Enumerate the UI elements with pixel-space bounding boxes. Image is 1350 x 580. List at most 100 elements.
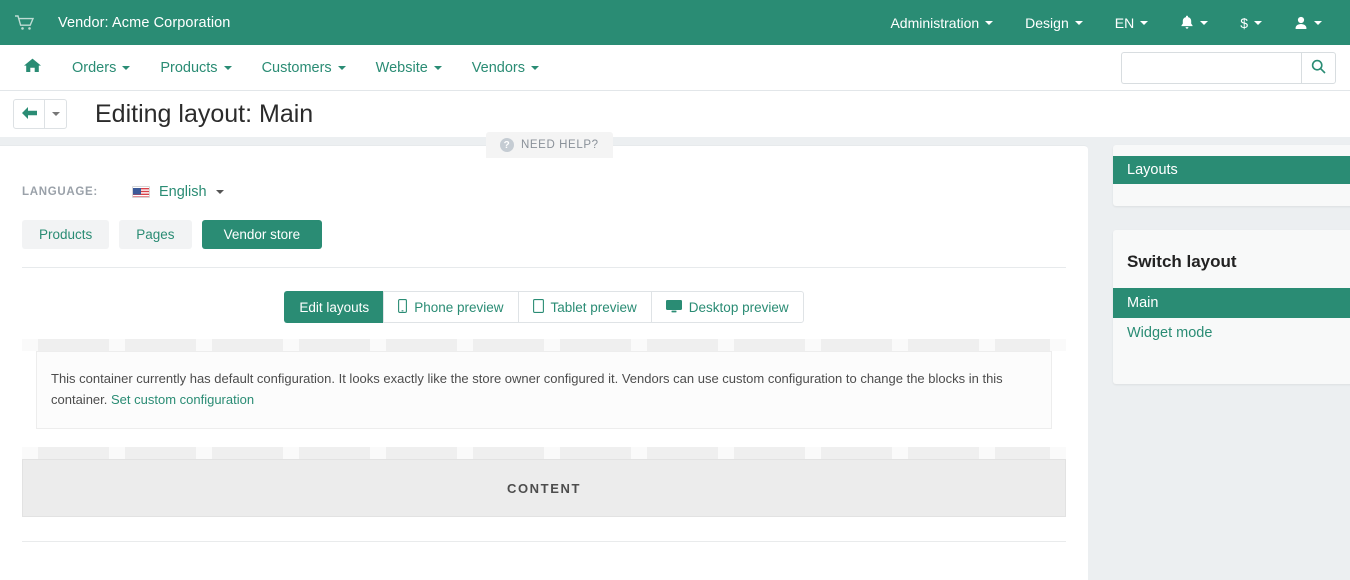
top-bar-left: Vendor: Acme Corporation [0,15,230,31]
language-value: English [159,184,207,200]
home-icon [24,58,41,77]
preview-button-group: Edit layouts Phone preview Tablet previe… [284,291,804,323]
search-button[interactable] [1301,51,1336,84]
grid-column [370,339,457,351]
grid-column [283,447,370,459]
tab-desktop-preview[interactable]: Desktop preview [650,291,804,323]
tab-edit-layouts-label: Edit layouts [299,299,370,315]
nav-website[interactable]: Website [361,45,457,91]
tablet-icon [532,298,544,316]
caret-down-icon [122,65,131,70]
grid-column [979,339,1066,351]
grid-column [631,447,718,459]
grid-column [196,339,283,351]
user-icon [1294,16,1308,30]
grid-guides-lower [22,447,1066,459]
grid-column [22,447,109,459]
menu-currency[interactable]: $ [1224,0,1278,45]
grid-column [109,447,196,459]
grid-column [979,447,1066,459]
menu-notifications[interactable] [1164,0,1224,45]
caret-down-icon [337,65,346,70]
sidebar-item-main[interactable]: Main [1113,288,1350,318]
nav-vendors-label: Vendors [471,59,526,76]
page-title: Editing layout: Main [95,99,314,128]
caret-down-icon [223,65,232,70]
grid-column [196,447,283,459]
nav-orders[interactable]: Orders [57,45,145,91]
nav-orders-label: Orders [72,59,117,76]
caret-down-icon [433,65,442,70]
top-bar-right: Administration Design EN $ [874,0,1350,45]
nav-products-label: Products [160,59,218,76]
caret-down-icon [1254,20,1262,25]
page-header: Editing layout: Main [0,91,1350,137]
caret-down-icon [531,65,540,70]
page-body: LANGUAGE: English Products Pages Vendor … [0,137,1350,580]
tab-tablet-preview[interactable]: Tablet preview [517,291,651,323]
grid-column [283,339,370,351]
caret-down-icon [51,112,60,116]
question-circle-icon: ? [500,138,514,152]
language-selector[interactable]: English [132,184,224,200]
scope-button-products[interactable]: Products [22,220,110,249]
tab-edit-layouts[interactable]: Edit layouts [284,291,384,323]
set-custom-configuration-link[interactable]: Set custom configuration [111,392,254,407]
scope-button-vendor-store[interactable]: Vendor store [201,220,323,249]
caret-down-icon [215,190,224,194]
menu-administration[interactable]: Administration [874,0,1009,45]
search-input[interactable] [1121,51,1301,84]
tab-phone-preview-label: Phone preview [414,299,504,315]
preview-mode-row: Edit layouts Phone preview Tablet previe… [22,268,1066,337]
language-label: LANGUAGE: [22,186,98,198]
nav-website-label: Website [375,59,428,76]
default-configuration-notice: This container currently has default con… [36,351,1052,429]
switch-layout-panel: Switch layout Main Widget mode [1113,230,1350,384]
nav-products[interactable]: Products [145,45,246,91]
grid-column [457,339,544,351]
nav-customers-label: Customers [261,59,332,76]
search-icon [1311,59,1326,77]
layouts-panel-header: Layouts [1113,156,1350,184]
main-navigation: Orders Products Customers Website Vendor… [0,45,1350,91]
layout-container: This container currently has default con… [22,339,1066,542]
nav-right [1121,51,1350,84]
layouts-panel: Layouts [1113,145,1350,206]
menu-user-account[interactable] [1278,0,1338,45]
nav-home[interactable] [8,45,57,91]
back-dropdown-button[interactable] [45,99,67,129]
tab-phone-preview[interactable]: Phone preview [383,291,518,323]
back-button-group [13,99,67,129]
top-bar: Vendor: Acme Corporation Administration … [0,0,1350,45]
menu-language[interactable]: EN [1099,0,1164,45]
caret-down-icon [985,20,994,25]
back-button[interactable] [13,99,45,129]
layout-editor-inner: LANGUAGE: English Products Pages Vendor … [0,146,1088,542]
desktop-icon [665,299,682,316]
grid-column [892,447,979,459]
arrow-left-icon [21,106,37,123]
nav-vendors[interactable]: Vendors [457,45,554,91]
nav-customers[interactable]: Customers [247,45,361,91]
grid-column [544,339,631,351]
grid-column [457,447,544,459]
scope-button-pages[interactable]: Pages [119,220,192,249]
scope-button-row: Products Pages Vendor store [22,220,1066,268]
grid-column [718,339,805,351]
menu-administration-label: Administration [890,14,980,31]
right-sidebar: Layouts Switch layout Main Widget mode [1113,145,1350,384]
menu-design[interactable]: Design [1009,0,1099,45]
tab-desktop-preview-label: Desktop preview [688,299,789,315]
grid-guides [22,339,1066,351]
switch-layout-title: Switch layout [1127,252,1237,271]
content-block[interactable]: CONTENT [22,459,1066,517]
need-help-tab[interactable]: ? NEED HELP? [486,132,613,158]
sidebar-item-widget-mode[interactable]: Widget mode [1113,318,1350,348]
grid-column [631,339,718,351]
content-block-label: CONTENT [506,480,582,496]
menu-design-label: Design [1025,14,1069,31]
grid-column [892,339,979,351]
tab-tablet-preview-label: Tablet preview [550,299,637,315]
grid-column [22,339,109,351]
grid-column [109,339,196,351]
